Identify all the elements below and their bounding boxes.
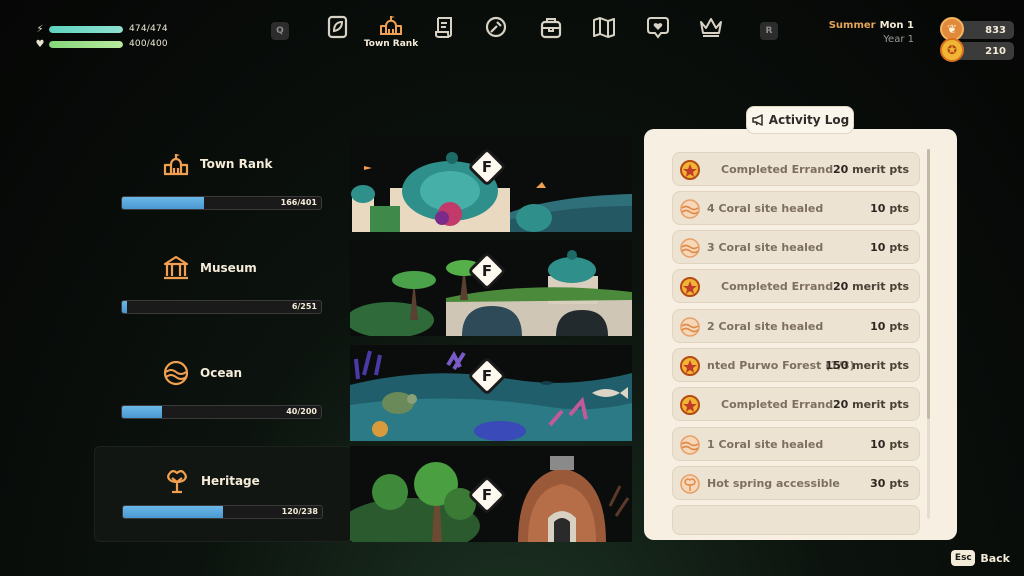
map-icon: [593, 17, 615, 38]
category-name: Town Rank: [200, 157, 273, 171]
category-name: Heritage: [201, 474, 260, 488]
category-progress-bar: 6/251: [121, 300, 322, 314]
heritage-icon: [167, 470, 187, 494]
log-entry: 1 Coral site healed 10 pts: [672, 427, 920, 461]
category-card: Heritage 120/238: [94, 446, 352, 542]
log-entry: Completed Errand 20 merit pts: [672, 387, 920, 421]
player-stats: ⚡ 474/474 ♥ 400/400: [34, 22, 174, 52]
season-label: Summer: [828, 20, 876, 31]
progress-text: 6/251: [291, 302, 317, 311]
progress-text: 166/401: [280, 198, 317, 207]
log-entry: 4 Coral site healed 10 pts: [672, 191, 920, 225]
wrench-icon: [485, 16, 507, 38]
energy-stat: ⚡ 474/474: [34, 22, 174, 36]
merit-amount: 833: [985, 24, 1006, 36]
crown-icon: [700, 18, 722, 37]
category-progress-bar: 40/200: [121, 405, 322, 419]
log-scrollbar[interactable]: [927, 149, 930, 519]
tab-quests[interactable]: [425, 10, 465, 54]
medal-icon: [680, 356, 700, 376]
back-button[interactable]: Esc Back: [951, 550, 1010, 566]
heart-chat-icon: [647, 17, 669, 39]
day-label: Mon 1: [879, 20, 914, 31]
prev-tab-key[interactable]: Q: [271, 22, 289, 40]
health-stat: ♥ 400/400: [34, 37, 174, 51]
ocean-icon: [680, 238, 700, 258]
merit-currency: ❦ 833: [940, 17, 1014, 41]
rank-medal-icon: ✪: [940, 38, 964, 62]
log-entry: Completed Errand 20 merit pts: [672, 269, 920, 303]
category-card: Ocean 40/200: [94, 345, 352, 441]
log-entry: 2 Coral site healed 10 pts: [672, 309, 920, 343]
rank-amount: 210: [985, 45, 1006, 57]
leaf-journal-icon: [327, 15, 348, 39]
log-entry: 3 Coral site healed 10 pts: [672, 230, 920, 264]
category-progress-bar: 120/238: [122, 505, 323, 519]
activity-log-title: Activity Log: [768, 113, 850, 127]
town-rank-icon: [380, 16, 402, 35]
tab-town-rank[interactable]: Town Rank: [364, 10, 418, 54]
log-entry: Completed Errand 20 merit pts: [672, 152, 920, 186]
heart-icon: ♥: [35, 38, 45, 50]
tab-inventory[interactable]: [531, 10, 571, 54]
tab-map[interactable]: [584, 10, 624, 54]
activity-log-tab: Activity Log: [746, 106, 854, 134]
category-ocean[interactable]: Ocean 40/200 F: [94, 345, 632, 441]
progress-text: 120/238: [281, 507, 318, 516]
megaphone-icon: [752, 114, 763, 126]
museum-icon: [163, 255, 189, 280]
calendar-date: Summer Mon 1 Year 1: [829, 19, 914, 47]
ocean-scene-illustration: F: [350, 345, 632, 441]
log-entry: nted Purwo Forest (1/3) 150 merit pts: [672, 348, 920, 382]
category-town-rank[interactable]: Town Rank 166/401 F: [94, 136, 632, 232]
year-label: Year 1: [883, 34, 914, 45]
esc-key-icon: Esc: [951, 550, 976, 566]
log-entry: Hot spring accessible 30 pts: [672, 466, 920, 500]
health-value: 400/400: [129, 39, 168, 49]
backpack-icon: [540, 18, 562, 39]
heritage-icon: [680, 474, 700, 494]
rank-badge: F: [467, 475, 507, 515]
town-rank-icon: [163, 154, 189, 176]
town-scene-illustration: F: [350, 136, 632, 232]
log-entry-partial: [672, 505, 920, 535]
category-card: Museum 6/251: [94, 240, 352, 336]
category-name: Museum: [200, 261, 257, 275]
next-tab-key[interactable]: R: [760, 22, 778, 40]
rank-badge: F: [467, 356, 507, 396]
scroll-icon: [435, 17, 452, 38]
menu-tabs: Q Town Rank R: [268, 10, 788, 56]
ocean-icon: [163, 360, 189, 386]
progress-text: 40/200: [286, 407, 317, 416]
medal-icon: [680, 277, 700, 297]
ocean-icon: [680, 317, 700, 337]
energy-value: 474/474: [129, 24, 168, 34]
medal-icon: [680, 160, 700, 180]
category-card: Town Rank 166/401: [94, 136, 352, 232]
category-name: Ocean: [200, 366, 243, 380]
category-progress-bar: 166/401: [121, 196, 322, 210]
museum-scene-illustration: F: [350, 240, 632, 336]
back-label: Back: [980, 551, 1010, 565]
category-heritage[interactable]: Heritage 120/238 F: [94, 446, 632, 542]
scrollbar-thumb[interactable]: [927, 149, 930, 419]
heritage-scene-illustration: F: [350, 446, 632, 542]
tab-journal[interactable]: [318, 10, 358, 54]
tab-relationships[interactable]: [638, 10, 678, 54]
category-museum[interactable]: Museum 6/251 F: [94, 240, 632, 336]
ocean-icon: [680, 199, 700, 219]
rank-badge: F: [467, 251, 507, 291]
rank-currency: ✪ 210: [940, 38, 1014, 62]
lightning-icon: ⚡: [36, 23, 44, 35]
activity-log-panel[interactable]: Completed Errand 20 merit pts 4 Coral si…: [644, 129, 957, 540]
medal-icon: [680, 395, 700, 415]
tab-label: Town Rank: [363, 39, 419, 49]
tab-tools[interactable]: [476, 10, 516, 54]
rank-badge: F: [467, 147, 507, 187]
energy-bar: [49, 25, 123, 33]
tab-achievements[interactable]: [691, 10, 731, 54]
health-bar: [49, 40, 123, 48]
ocean-icon: [680, 435, 700, 455]
